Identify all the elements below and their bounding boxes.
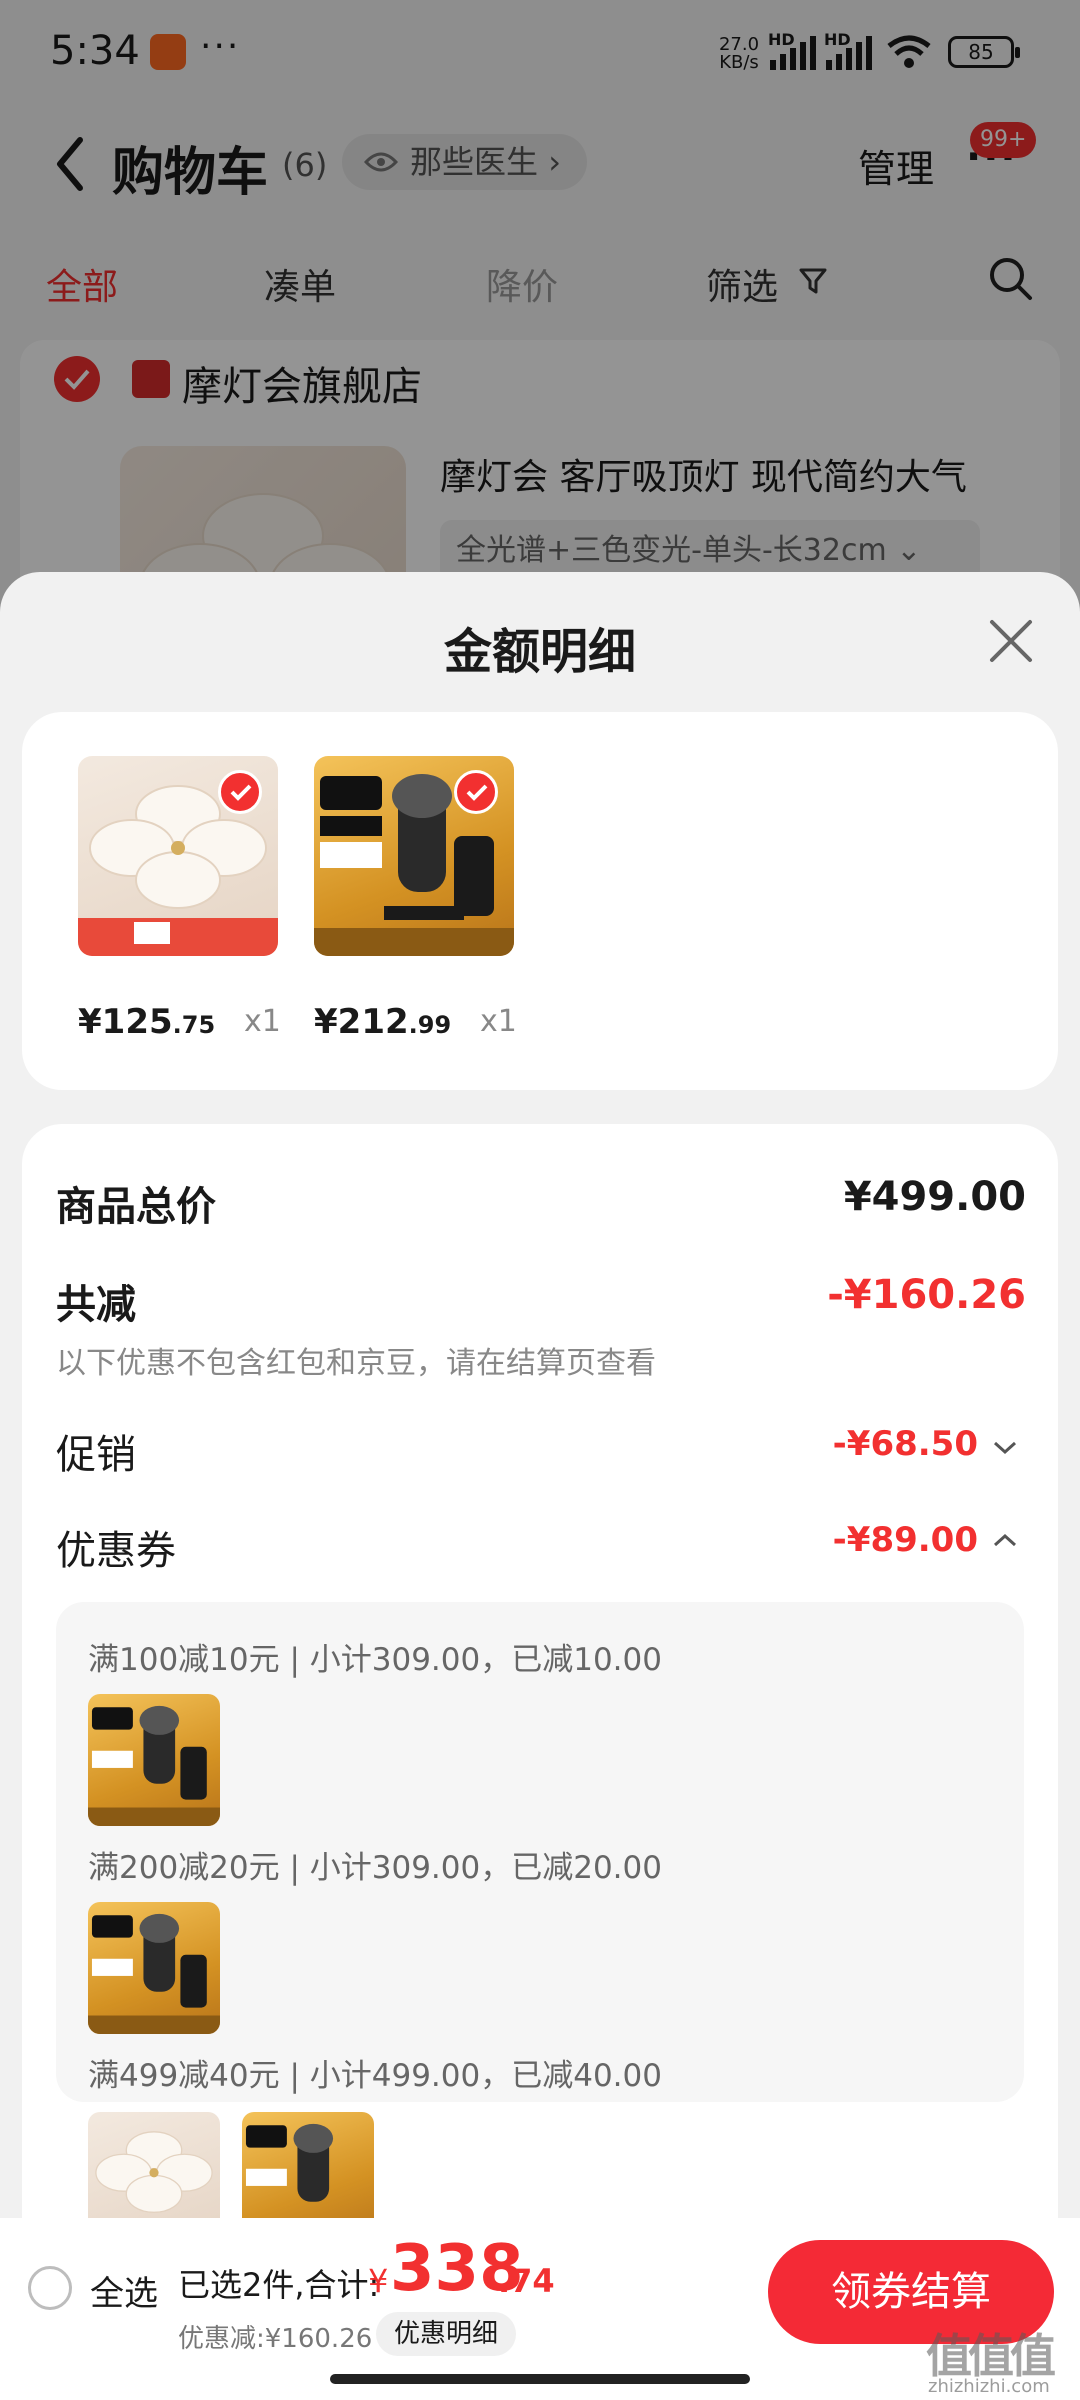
discount-summary: 优惠减:¥160.26 bbox=[178, 2324, 373, 2354]
product-check-icon bbox=[454, 770, 498, 814]
coupon-product-thumb bbox=[88, 1694, 220, 1826]
checkout-bar: 全选 已选2件,合计: ¥ 338 .74 优惠减:¥160.26 优惠明细 领… bbox=[0, 2218, 1080, 2400]
coupon-line: 满499减40元 | 小计499.00，已减40.00 bbox=[88, 2058, 662, 2094]
product-check-icon bbox=[218, 770, 262, 814]
total-price-label: 商品总价 bbox=[56, 1184, 216, 1230]
coupon-product-thumb bbox=[88, 1902, 220, 2034]
select-all-label[interactable]: 全选 bbox=[90, 2266, 158, 2315]
total-amount-decimal: .74 bbox=[498, 2262, 555, 2300]
selected-products-card: ¥125.75 x1 ¥212.99 x1 bbox=[22, 712, 1058, 1090]
chevron-down-icon[interactable] bbox=[992, 1440, 1018, 1456]
total-reduce-label: 共减 bbox=[56, 1282, 136, 1328]
coupon-label[interactable]: 优惠券 bbox=[56, 1518, 176, 1576]
promo-value[interactable]: -¥68.50 bbox=[833, 1424, 978, 1464]
watermark-url: zhizhizhi.com bbox=[928, 2376, 1050, 2397]
amount-detail-sheet: 金额明细 ¥125.75 x1 ¥212.99 x1 商品总价 ¥499.00 … bbox=[0, 572, 1080, 2400]
close-icon[interactable] bbox=[988, 618, 1034, 664]
product-price-lamp: ¥125.75 bbox=[78, 1002, 216, 1042]
product-price-shaver: ¥212.99 bbox=[314, 1002, 452, 1042]
total-currency: ¥ bbox=[368, 2262, 389, 2300]
total-price-value: ¥499.00 bbox=[843, 1174, 1026, 1220]
total-reduce-value: -¥160.26 bbox=[827, 1272, 1026, 1318]
discount-note: 以下优惠不包含红包和京豆，请在结算页查看 bbox=[56, 1346, 656, 1381]
product-thumb-lamp[interactable] bbox=[78, 756, 278, 956]
sheet-title: 金额明细 bbox=[443, 624, 636, 680]
select-all-radio[interactable] bbox=[28, 2266, 72, 2310]
product-thumb-shaver[interactable] bbox=[314, 756, 514, 956]
coupon-line: 满200减20元 | 小计309.00，已减20.00 bbox=[88, 1850, 662, 1886]
chevron-up-icon[interactable] bbox=[992, 1532, 1018, 1548]
discount-detail-button[interactable]: 优惠明细 bbox=[376, 2312, 517, 2356]
product-qty-lamp: x1 bbox=[244, 1004, 281, 1039]
coupon-detail-box: 满100减10元 | 小计309.00，已减10.00 满200减20元 | 小… bbox=[56, 1602, 1024, 2102]
selected-summary: 已选2件,合计: bbox=[178, 2266, 380, 2304]
promo-label[interactable]: 促销 bbox=[56, 1422, 136, 1480]
coupon-value[interactable]: -¥89.00 bbox=[833, 1520, 978, 1560]
home-indicator[interactable] bbox=[330, 2374, 750, 2384]
coupon-line: 满100减10元 | 小计309.00，已减10.00 bbox=[88, 1642, 662, 1678]
product-qty-shaver: x1 bbox=[480, 1004, 517, 1039]
